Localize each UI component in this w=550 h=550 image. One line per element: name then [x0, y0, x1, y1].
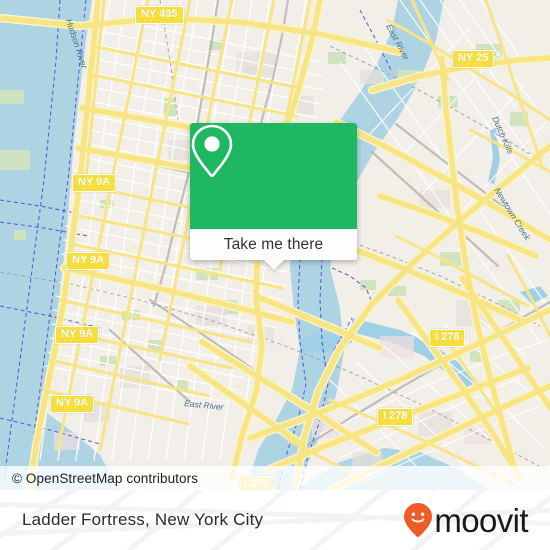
map-pin-icon: [191, 124, 233, 178]
place-title: Ladder Fortress, New York City: [22, 490, 263, 550]
moovit-brand[interactable]: moovit: [403, 490, 529, 550]
card-icon-area: [190, 123, 357, 229]
card-pointer-tail: [262, 259, 285, 270]
highway-shield: I 278: [377, 408, 414, 426]
map-attribution: © OpenStreetMap contributors: [0, 466, 550, 490]
attribution-text: © OpenStreetMap contributors: [12, 470, 199, 486]
highway-shield: NY 495: [135, 6, 184, 24]
highway-shield: I 278: [429, 329, 466, 347]
highway-shield: NY 9A: [72, 174, 117, 192]
moovit-smiley-pin-icon: [404, 503, 433, 537]
highway-shield: NY 25: [452, 50, 495, 68]
take-me-there-label: Take me there: [223, 235, 324, 253]
take-me-there-card[interactable]: Take me there: [190, 123, 357, 270]
highway-shield: NY 9A: [50, 395, 95, 413]
moovit-wordmark: moovit: [434, 501, 528, 539]
take-me-there-button[interactable]: Take me there: [190, 229, 357, 260]
map-canvas[interactable]: .rd { stroke:#F6E485; fill:none; stroke-…: [0, 0, 550, 490]
highway-shield: NY 9A: [55, 326, 100, 344]
moovit-place-card: .rd { stroke:#F6E485; fill:none; stroke-…: [0, 0, 550, 550]
highway-shield: NY 9A: [66, 252, 111, 270]
footer-bar: Ladder Fortress, New York City moovit: [0, 490, 550, 550]
place-title-text: Ladder Fortress, New York City: [22, 510, 264, 529]
